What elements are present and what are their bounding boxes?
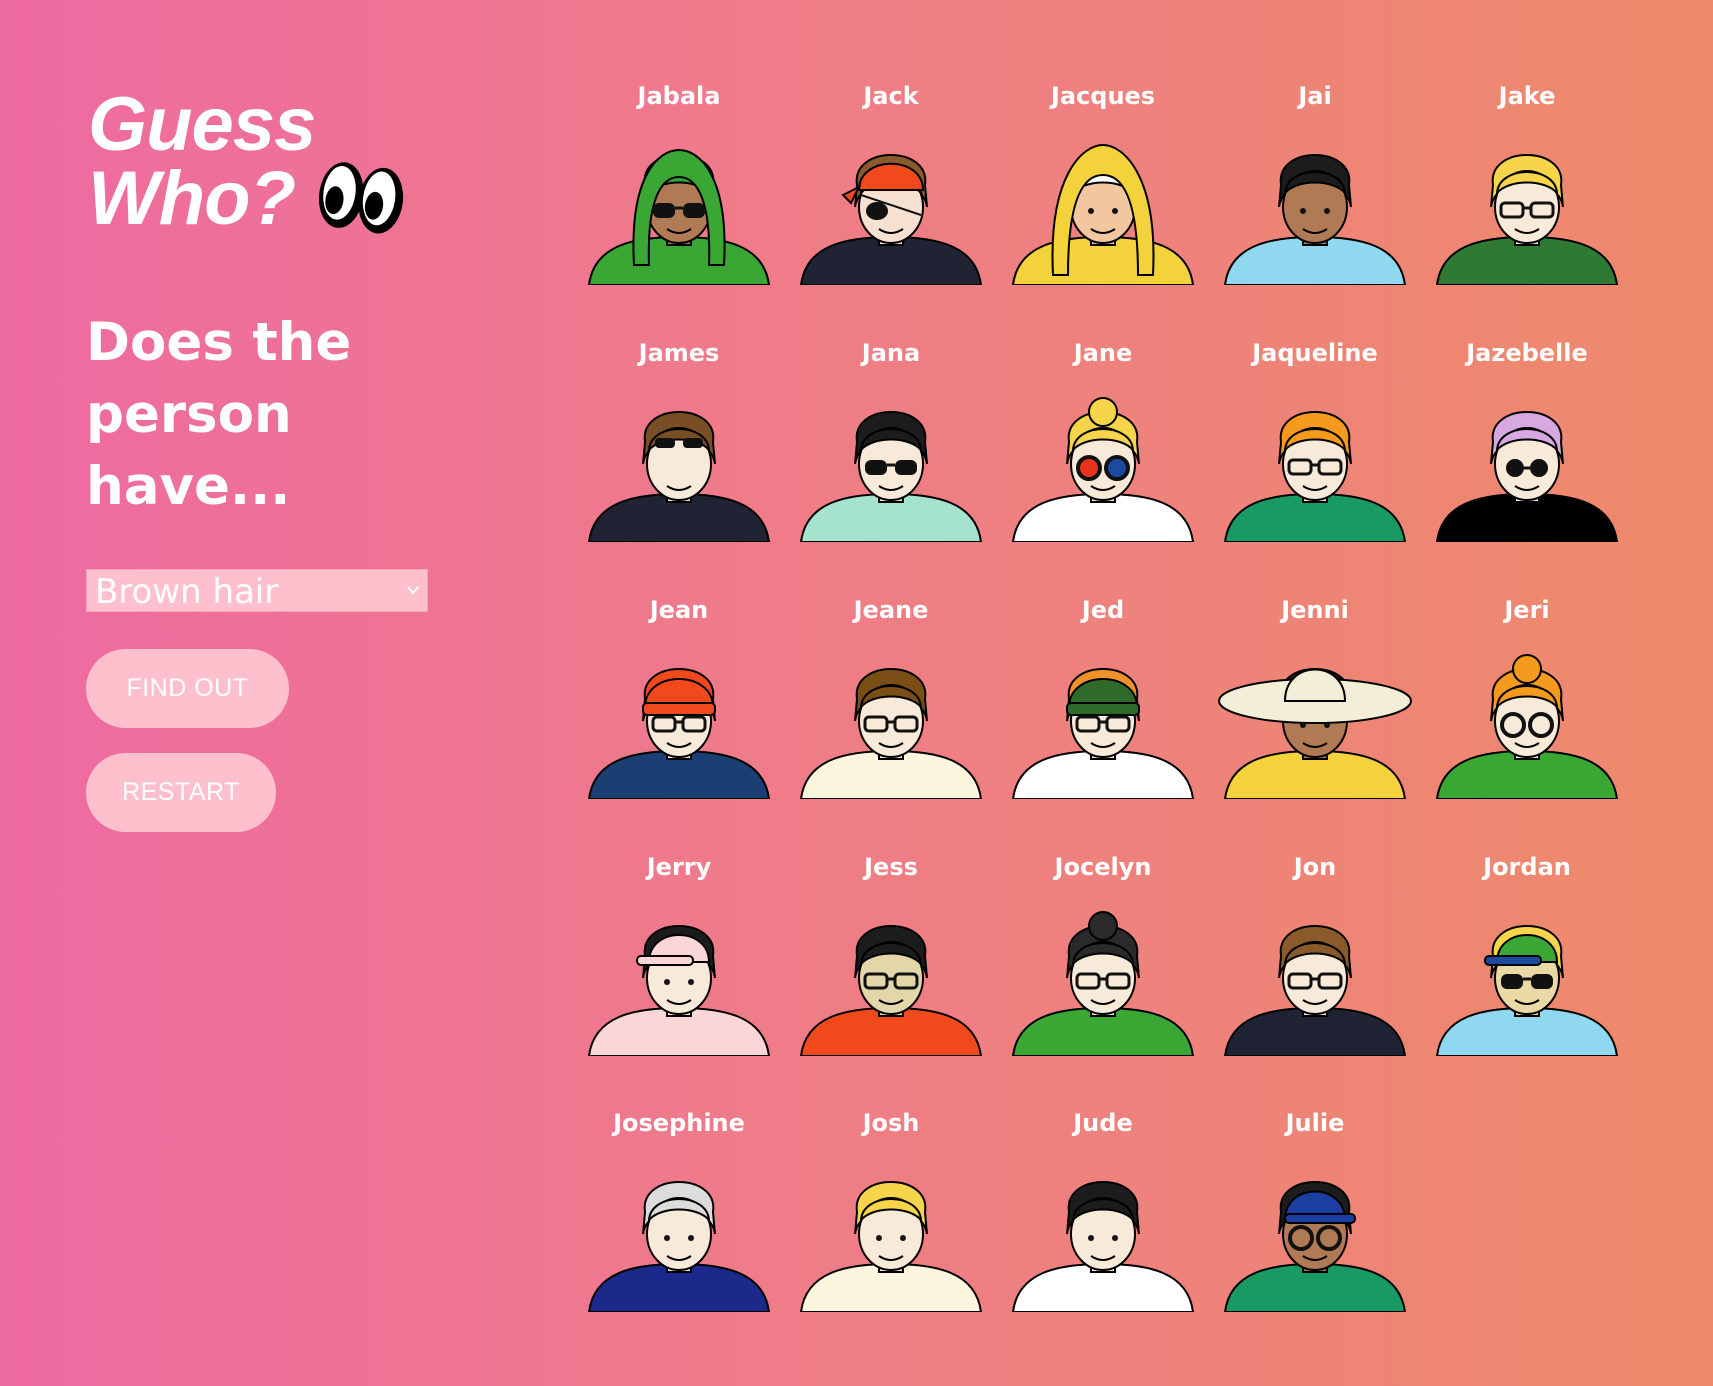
attribute-select-value: Brown hair [95, 572, 279, 612]
character-portrait[interactable] [1215, 372, 1415, 543]
character-name: Jess [864, 853, 918, 881]
logo-line-1: Guess [88, 82, 316, 167]
character-portrait[interactable] [1003, 372, 1203, 543]
eyes-icon [318, 162, 404, 234]
character-name: Jerry [646, 853, 712, 881]
character-name: Josh [862, 1109, 920, 1137]
character-card[interactable]: James [573, 338, 785, 578]
character-portrait[interactable] [1003, 886, 1203, 1057]
character-card[interactable]: Jon [1209, 852, 1421, 1092]
character-card[interactable]: Jocelyn [997, 852, 1209, 1092]
character-name: Jude [1073, 1109, 1133, 1137]
character-portrait[interactable] [1215, 1142, 1415, 1313]
character-name: Jenni [1281, 596, 1349, 624]
logo-line-2: Who? [88, 161, 409, 242]
character-portrait[interactable] [1215, 115, 1415, 286]
character-name: Jake [1498, 82, 1556, 110]
character-portrait[interactable] [1215, 886, 1415, 1057]
character-card[interactable]: Julie [1209, 1108, 1421, 1348]
find-out-button[interactable]: FIND OUT [86, 649, 289, 728]
character-name: Julie [1285, 1109, 1345, 1137]
character-card[interactable]: Jaqueline [1209, 338, 1421, 578]
character-name: Jaqueline [1252, 339, 1378, 367]
character-portrait[interactable] [579, 372, 779, 543]
character-portrait[interactable] [579, 1142, 779, 1313]
character-name: Jai [1298, 82, 1332, 110]
character-card[interactable]: Jenni [1209, 595, 1421, 835]
character-portrait[interactable] [791, 886, 991, 1057]
character-card[interactable]: Josephine [573, 1108, 785, 1348]
character-card[interactable]: Jude [997, 1108, 1209, 1348]
character-portrait[interactable] [1427, 629, 1627, 800]
attribute-select[interactable]: Brown hair [86, 569, 428, 612]
character-portrait[interactable] [579, 629, 779, 800]
character-card[interactable]: Jean [573, 595, 785, 835]
character-card[interactable]: Jeri [1421, 595, 1633, 835]
character-name: Jed [1081, 596, 1125, 624]
character-portrait[interactable] [791, 372, 991, 543]
character-portrait[interactable] [1003, 629, 1203, 800]
character-name: Jabala [637, 82, 721, 110]
character-card[interactable]: Jack [785, 81, 997, 321]
character-portrait[interactable] [1003, 1142, 1203, 1313]
character-portrait[interactable] [1427, 886, 1627, 1057]
character-name: James [638, 339, 720, 367]
character-name: Jeri [1504, 596, 1550, 624]
character-name: Jane [1073, 339, 1133, 367]
restart-button[interactable]: RESTART [86, 753, 276, 832]
question-heading: Does the person have... [86, 312, 352, 517]
chevron-down-icon [407, 586, 419, 595]
character-name: Jack [863, 82, 919, 110]
character-name: Jordan [1483, 853, 1571, 881]
character-name: Josephine [613, 1109, 745, 1137]
character-card[interactable]: Jess [785, 852, 997, 1092]
character-card[interactable]: Jazebelle [1421, 338, 1633, 578]
character-card[interactable]: Jai [1209, 81, 1421, 321]
character-card[interactable]: Jake [1421, 81, 1633, 321]
character-card[interactable]: Jeane [785, 595, 997, 835]
character-card[interactable]: Jana [785, 338, 997, 578]
character-card[interactable]: Jed [997, 595, 1209, 835]
character-card[interactable]: Josh [785, 1108, 997, 1348]
character-portrait[interactable] [579, 886, 779, 1057]
character-name: Jon [1293, 853, 1337, 881]
character-portrait[interactable] [1427, 115, 1627, 286]
character-portrait[interactable] [791, 629, 991, 800]
character-name: Jean [649, 596, 709, 624]
character-card[interactable]: Jordan [1421, 852, 1633, 1092]
character-card[interactable]: Jane [997, 338, 1209, 578]
game-logo: Guess Who? [88, 82, 409, 242]
character-name: Jeane [853, 596, 929, 624]
character-portrait[interactable] [1003, 115, 1203, 286]
character-name: Jana [861, 339, 921, 367]
character-portrait[interactable] [579, 115, 779, 286]
character-name: Jazebelle [1466, 339, 1588, 367]
character-portrait[interactable] [791, 1142, 991, 1313]
character-card[interactable]: Jerry [573, 852, 785, 1092]
character-portrait[interactable] [1427, 372, 1627, 543]
character-card[interactable]: Jabala [573, 81, 785, 321]
character-name: Jocelyn [1054, 853, 1152, 881]
character-portrait[interactable] [1215, 629, 1415, 800]
character-card[interactable]: Jacques [997, 81, 1209, 321]
character-portrait[interactable] [791, 115, 991, 286]
character-name: Jacques [1050, 82, 1156, 110]
logo-line-2-text: Who? [88, 156, 296, 241]
